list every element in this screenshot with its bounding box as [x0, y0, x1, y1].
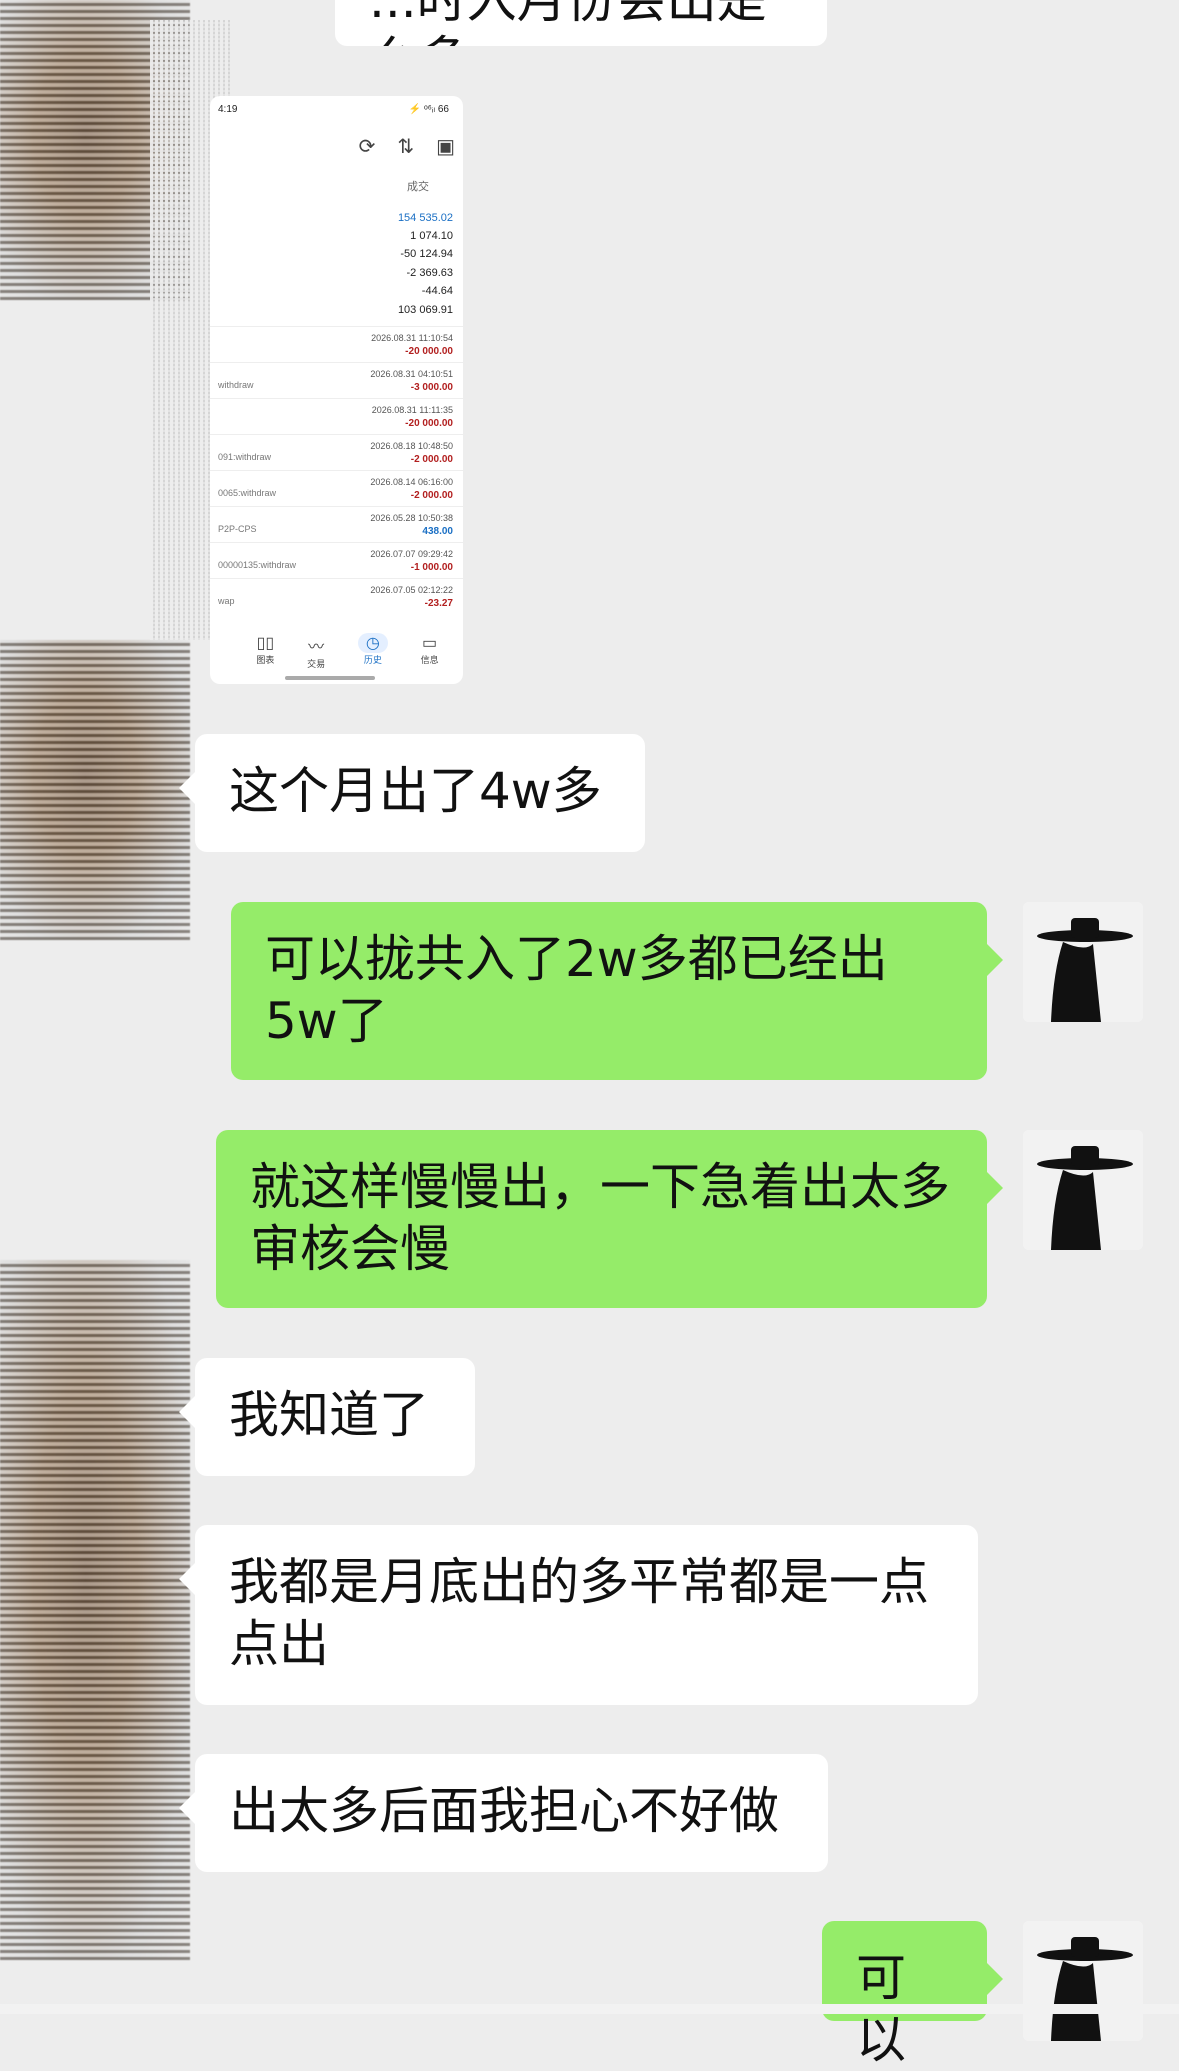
row-date: 2026.08.31 11:11:35	[371, 405, 453, 415]
input-bar-edge	[0, 2004, 1179, 2014]
summary-value: -44.64	[421, 285, 453, 297]
row-label: P2P-CPS	[218, 524, 257, 534]
message-bubble[interactable]: 就这样慢慢出，一下急着出太多审核会慢	[216, 1130, 1003, 1308]
row-date: 2026.07.07 09:29:42	[370, 549, 453, 559]
nav-history: ◷ 历史	[357, 633, 388, 670]
nav-trade: 〰交易	[307, 633, 325, 670]
trade-icon: 〰	[308, 639, 325, 656]
message-bubble[interactable]: 我知道了	[179, 1358, 475, 1476]
nav-label: 信息	[420, 655, 439, 665]
row-amount: -2 000.00	[410, 454, 453, 465]
message-bubble[interactable]: 可以拢共入了2w多都已经出5w了	[231, 902, 1003, 1080]
calendar-icon: ▣	[436, 136, 455, 158]
row-label: 091:withdraw	[218, 452, 272, 462]
row-amount: -23.27	[424, 598, 453, 609]
message-text: 我都是月底出的多平常都是一点点出	[229, 1553, 929, 1673]
message-text: 出太多后面我担心不好做	[229, 1782, 779, 1840]
status-icons: ⚡ ᵒ⁶ᵢₗ 66	[408, 104, 449, 115]
message-bubble[interactable]: 出太多后面我担心不好做	[179, 1754, 828, 1872]
message-text: 这个月出了4w多	[229, 762, 602, 820]
message-bubble[interactable]: ...时入月份会出是么多	[335, 0, 827, 46]
history-row: 091:withdraw 2026.08.18 10:48:50 -2 000.…	[210, 434, 463, 471]
my-avatar[interactable]	[1023, 1921, 1143, 2041]
contact-avatar[interactable]	[0, 640, 190, 940]
row-date: 2026.08.31 04:10:51	[370, 369, 453, 379]
message-bubble[interactable]: 我都是月底出的多平常都是一点点出	[179, 1525, 978, 1705]
nav-chart: ▯▯ 图表	[256, 633, 274, 670]
status-time: 4:19	[218, 104, 238, 115]
tab-deals: 成交	[407, 181, 429, 193]
sort-icon: ⇅	[397, 136, 415, 158]
row-date: 2026.08.18 10:48:50	[370, 441, 453, 451]
hat-figure-icon	[1023, 1130, 1143, 1250]
message-text: 就这样慢慢出，一下急着出太多审核会慢	[250, 1158, 950, 1278]
summary-value: -2 369.63	[406, 267, 453, 279]
row-label: wap	[218, 596, 235, 606]
row-amount: -2 000.00	[410, 490, 453, 501]
history-row: 2026.08.31 11:11:35 -20 000.00	[210, 398, 463, 435]
summary-value: 1 074.10	[410, 230, 453, 242]
message-text: ...时入月份会出是么多	[369, 0, 767, 46]
nav-label: 交易	[307, 659, 326, 669]
screenshot-bottom-nav: ▯▯ 图表 〰交易 ◷ 历史 ▭ 信息	[210, 633, 463, 670]
history-row: P2P-CPS 2026.05.28 10:50:38 438.00	[210, 506, 463, 543]
screenshot-toolbar: ⟳ ⇅ ▣	[359, 134, 455, 159]
history-row: 00000135:withdraw 2026.07.07 09:29:42 -1…	[210, 542, 463, 579]
row-amount: -20 000.00	[405, 346, 453, 357]
row-date: 2026.05.28 10:50:38	[370, 513, 453, 523]
row-date: 2026.08.14 06:16:00	[370, 477, 453, 487]
row-label: 00000135:withdraw	[218, 560, 297, 570]
nav-message: ▭ 信息	[421, 633, 439, 670]
history-row: wap 2026.07.05 02:12:22 -23.27	[210, 578, 463, 615]
history-icon: ◷	[357, 633, 388, 653]
row-amount: -20 000.00	[405, 418, 453, 429]
my-avatar[interactable]	[1023, 1130, 1143, 1250]
history-row: 0065:withdraw 2026.08.14 06:16:00 -2 000…	[210, 470, 463, 507]
history-row: 2026.08.31 11:10:54 -20 000.00	[210, 326, 463, 363]
row-label: withdraw	[218, 380, 254, 390]
message-bubble[interactable]: 这个月出了4w多	[179, 734, 645, 852]
chart-icon: ▯▯	[256, 635, 275, 652]
row-amount: 438.00	[422, 526, 453, 537]
nav-label: 历史	[363, 655, 382, 665]
nav-label: 图表	[256, 655, 275, 665]
row-date: 2026.08.31 11:10:54	[371, 333, 453, 343]
row-amount: -1 000.00	[410, 562, 453, 573]
row-amount: -3 000.00	[410, 382, 453, 393]
sync-icon: ⟳	[358, 136, 376, 158]
image-message-screenshot[interactable]: 4:19 ⚡ ᵒ⁶ᵢₗ 66 ⟳ ⇅ ▣ 成交 154 535.02 1 074…	[210, 96, 463, 684]
summary-value: 154 535.02	[397, 212, 453, 224]
summary-value: -50 124.94	[400, 248, 453, 260]
message-text: 可以拢共入了2w多都已经出5w了	[265, 930, 888, 1050]
message-text: 我知道了	[229, 1386, 429, 1444]
row-date: 2026.07.05 02:12:22	[370, 585, 453, 595]
message-icon: ▭	[422, 635, 438, 652]
row-label: 0065:withdraw	[218, 488, 277, 498]
hat-figure-icon	[1023, 1921, 1143, 2041]
home-indicator	[285, 676, 375, 680]
hat-figure-icon	[1023, 902, 1143, 1022]
summary-value: 103 069.91	[397, 304, 453, 316]
my-avatar[interactable]	[1023, 902, 1143, 1022]
history-row: withdraw 2026.08.31 04:10:51 -3 000.00	[210, 362, 463, 399]
contact-avatar[interactable]	[0, 1260, 190, 1960]
